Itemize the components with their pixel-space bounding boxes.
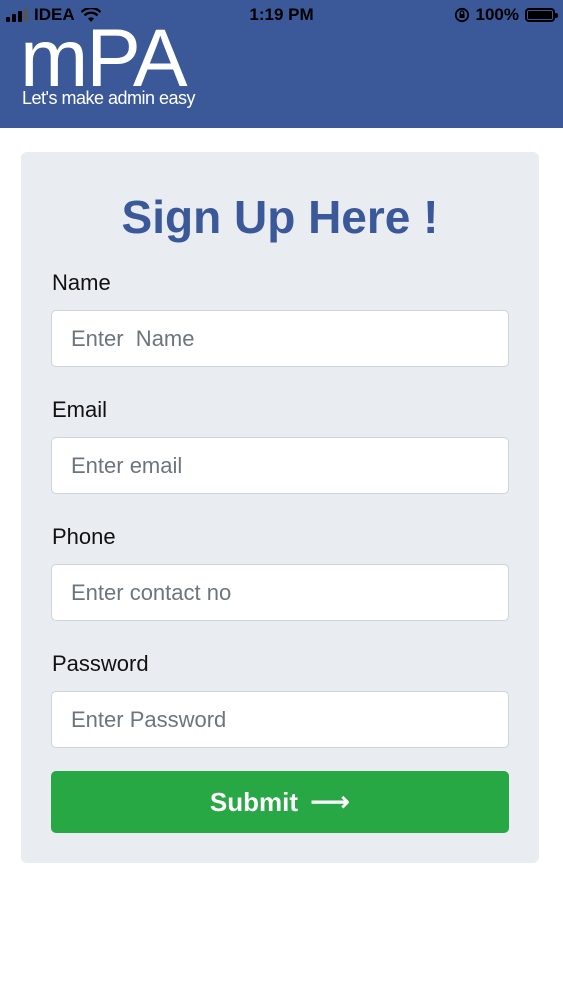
battery-fill <box>528 11 552 19</box>
app-header: IDEA 1:19 PM 100% mPA Let's make admin e… <box>0 0 563 128</box>
orientation-lock-icon <box>454 7 469 23</box>
arrow-right-icon: ⟶ <box>309 786 351 817</box>
status-right: 100% <box>454 5 558 25</box>
submit-label: Submit <box>209 786 298 817</box>
email-label: Email <box>52 397 108 422</box>
form-title: Sign Up Here ! <box>121 191 439 243</box>
phone-input[interactable] <box>51 564 509 621</box>
battery-icon <box>525 8 558 22</box>
phone-label: Phone <box>52 524 116 549</box>
signup-card: Sign Up Here ! Name Email Phone Password… <box>21 152 539 863</box>
submit-button[interactable]: Submit ⟶ <box>51 771 509 833</box>
name-label: Name <box>52 270 111 295</box>
name-input[interactable] <box>51 310 509 367</box>
email-input[interactable] <box>51 437 509 494</box>
password-label: Password <box>52 651 149 676</box>
password-input[interactable] <box>51 691 509 748</box>
battery-percent: 100% <box>475 5 519 24</box>
app-tagline: Let's make admin easy <box>22 88 196 108</box>
